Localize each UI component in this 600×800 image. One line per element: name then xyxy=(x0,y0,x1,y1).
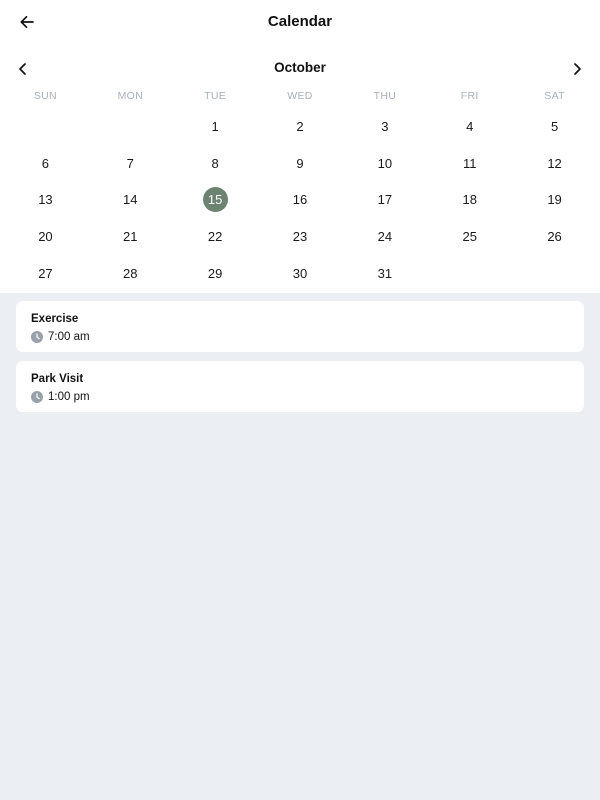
day-cell[interactable]: 6 xyxy=(3,145,88,182)
weekday-label: SUN xyxy=(33,90,57,102)
weekday-label: FRI xyxy=(460,90,479,102)
event-card[interactable]: Exercise 7:00 am xyxy=(16,301,584,352)
page-title: Calendar xyxy=(267,13,333,30)
month-label: October xyxy=(274,60,326,75)
event-card[interactable]: Park Visit 1:00 pm xyxy=(16,361,584,412)
day-cell[interactable]: 16 xyxy=(258,181,343,218)
day-number: 2 xyxy=(296,118,304,134)
day-cell[interactable]: 10 xyxy=(342,145,427,182)
day-number: 10 xyxy=(377,155,393,171)
day-number: 28 xyxy=(123,265,138,281)
day-number: 6 xyxy=(41,155,50,171)
day-cell[interactable]: 2 xyxy=(258,108,343,145)
empty-day-cell xyxy=(427,255,512,292)
day-cell[interactable]: 13 xyxy=(3,181,88,218)
weekday-label: WED xyxy=(287,90,313,102)
empty-day-cell xyxy=(512,255,597,292)
clock-icon xyxy=(31,331,43,343)
day-number: 3 xyxy=(381,118,389,134)
day-cell[interactable]: 14 xyxy=(88,181,173,218)
day-cell[interactable]: 31 xyxy=(342,255,427,292)
day-number: 16 xyxy=(292,192,308,208)
empty-day-cell xyxy=(3,108,88,145)
day-cell[interactable]: 18 xyxy=(427,181,512,218)
day-cell[interactable]: 4 xyxy=(427,108,512,145)
day-cell[interactable]: 7 xyxy=(88,145,173,182)
day-number: 9 xyxy=(296,155,304,171)
day-cell[interactable]: 11 xyxy=(427,145,512,182)
day-number: 13 xyxy=(38,192,53,208)
weekday-label: THU xyxy=(373,90,397,102)
day-cell[interactable]: 28 xyxy=(88,255,173,292)
day-number: 26 xyxy=(547,228,562,244)
event-list: Exercise 7:00 am Park Visit 1:00 pm xyxy=(16,301,584,421)
day-number: 5 xyxy=(550,118,559,134)
day-number: 7 xyxy=(126,155,134,171)
event-time: 1:00 pm xyxy=(48,391,90,403)
day-number: 11 xyxy=(462,155,477,171)
day-number: 4 xyxy=(466,118,474,134)
day-number: 30 xyxy=(292,265,308,281)
next-month-button[interactable] xyxy=(563,55,591,83)
day-cell[interactable]: 29 xyxy=(173,255,258,292)
day-cell[interactable]: 19 xyxy=(512,181,597,218)
day-cell[interactable]: 30 xyxy=(258,255,343,292)
day-cell[interactable]: 24 xyxy=(342,218,427,255)
day-cell[interactable]: 9 xyxy=(258,145,343,182)
day-cell[interactable]: 1 xyxy=(173,108,258,145)
day-number: 22 xyxy=(207,228,223,244)
day-number: 24 xyxy=(377,228,393,244)
day-cell[interactable]: 27 xyxy=(3,255,88,292)
event-title: Park Visit xyxy=(31,373,84,385)
day-cell[interactable]: 5 xyxy=(512,108,597,145)
app-header: Calendar xyxy=(0,0,600,44)
day-number: 25 xyxy=(462,228,477,244)
day-number: 18 xyxy=(462,192,477,208)
weekday-label: SAT xyxy=(544,90,565,102)
month-navigator: October xyxy=(0,55,600,81)
day-number: 14 xyxy=(123,192,138,208)
day-cell[interactable]: 17 xyxy=(342,181,427,218)
day-cell[interactable]: 26 xyxy=(512,218,597,255)
day-number: 20 xyxy=(38,228,53,244)
event-time: 7:00 am xyxy=(48,331,90,343)
calendar-panel: Calendar October SUN MON TUE WED THU FRI… xyxy=(0,0,600,293)
day-number: 23 xyxy=(292,228,308,244)
day-number: 29 xyxy=(207,265,223,281)
weekday-label: TUE xyxy=(204,90,227,102)
day-number: 17 xyxy=(377,192,393,208)
weekday-header: SUN MON TUE WED THU FRI SAT xyxy=(3,90,597,102)
event-title: Exercise xyxy=(31,313,79,325)
day-cell[interactable]: 25 xyxy=(427,218,512,255)
day-cell[interactable]: 12 xyxy=(512,145,597,182)
day-number: 27 xyxy=(38,265,53,281)
empty-day-cell xyxy=(88,108,173,145)
day-number: 21 xyxy=(123,228,138,244)
day-cell[interactable]: 22 xyxy=(173,218,258,255)
day-cell[interactable]: 23 xyxy=(258,218,343,255)
day-number: 12 xyxy=(547,155,562,171)
selected-day: 15 xyxy=(202,187,228,213)
day-cell[interactable]: 21 xyxy=(88,218,173,255)
day-number: 31 xyxy=(377,265,393,281)
day-cell[interactable]: 15 xyxy=(173,181,258,218)
day-grid: 1 2 3 4 5 6 7 8 9 10 11 12 13 14 15 16 17 18 19 20 21 22 23 24 2… xyxy=(3,108,597,291)
day-cell[interactable]: 3 xyxy=(342,108,427,145)
day-cell[interactable]: 20 xyxy=(3,218,88,255)
clock-icon xyxy=(31,391,43,403)
event-time-row: 1:00 pm xyxy=(31,391,90,403)
day-number: 19 xyxy=(547,192,562,208)
day-number: 8 xyxy=(211,155,219,171)
chevron-right-icon xyxy=(574,63,581,75)
event-time-row: 7:00 am xyxy=(31,331,90,343)
day-number: 1 xyxy=(211,118,219,134)
weekday-label: MON xyxy=(117,90,143,102)
day-cell[interactable]: 8 xyxy=(173,145,258,182)
